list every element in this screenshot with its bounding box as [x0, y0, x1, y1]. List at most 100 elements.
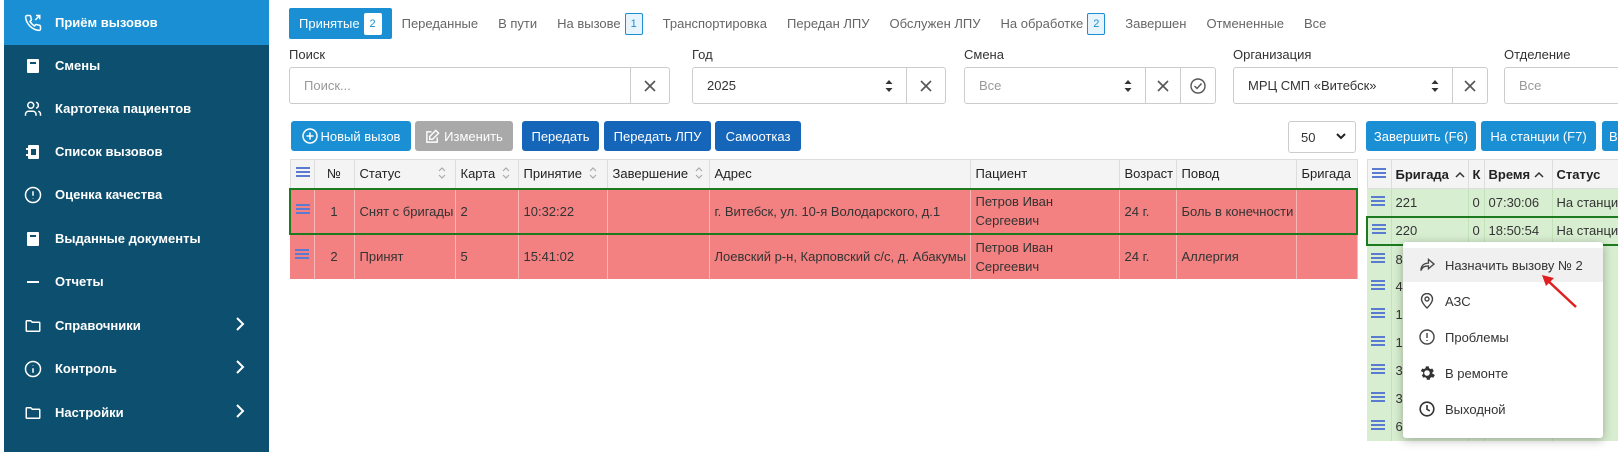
tab-transferred-lpu[interactable]: Передан ЛПУ: [777, 8, 880, 39]
sidebar-item-label: Выданные документы: [55, 231, 201, 246]
row-menu-cell[interactable]: [289, 187, 315, 235]
sidebar-item-shifts[interactable]: Смены: [4, 43, 269, 88]
row-menu-cell[interactable]: [1367, 300, 1392, 329]
table-row[interactable]: 2 Принят 5 15:41:02 Лоевский р-н, Карпов…: [290, 233, 1358, 279]
column-label: Время: [1488, 166, 1531, 182]
new-call-button[interactable]: Новый вызов: [291, 121, 411, 151]
tab-transferred[interactable]: Переданные: [392, 8, 489, 39]
column-header[interactable]: Повод: [1175, 159, 1297, 189]
row-menu-cell[interactable]: [1367, 384, 1392, 413]
tab-all[interactable]: Все: [1294, 8, 1336, 39]
alert-circle-icon: [1419, 329, 1435, 345]
column-header[interactable]: К: [1467, 159, 1485, 189]
sidebar-item-directories[interactable]: Справочники: [4, 303, 269, 348]
cell-age: 24 г.: [1119, 233, 1177, 279]
cell-status: Принят: [354, 233, 456, 279]
row-menu-cell[interactable]: [1366, 215, 1392, 246]
tab-finished[interactable]: Завершен: [1115, 8, 1196, 39]
confirm-shift-button[interactable]: [1181, 68, 1215, 103]
column-header[interactable]: Адрес: [708, 159, 971, 189]
cell-accepted: 15:41:02: [518, 233, 608, 279]
sidebar-item-call-intake[interactable]: Приём вызовов: [4, 0, 269, 45]
column-header[interactable]: Пациент: [969, 159, 1120, 189]
edit-button[interactable]: Изменить: [415, 121, 513, 151]
cell-card: 5: [455, 233, 519, 279]
menu-icon: [1371, 251, 1385, 265]
sidebar-item-quality[interactable]: Оценка качества: [4, 172, 269, 217]
users-icon: [24, 100, 42, 118]
finish-button[interactable]: Завершить (F6): [1366, 121, 1476, 151]
menu-item-day-off[interactable]: Выходной: [1403, 392, 1603, 426]
row-menu-cell[interactable]: [1367, 244, 1392, 273]
tab-label: Переданные: [401, 16, 479, 31]
clear-search-button[interactable]: [631, 68, 669, 103]
column-menu[interactable]: [1366, 159, 1392, 189]
menu-item-repair[interactable]: В ремонте: [1403, 356, 1603, 390]
search-label: Поиск: [289, 47, 326, 62]
sidebar-item-label: Оценка качества: [55, 187, 163, 202]
column-header[interactable]: Возраст: [1118, 159, 1177, 189]
tab-processing[interactable]: На обработке 2: [991, 8, 1116, 39]
table-row[interactable]: 221007:30:06На станции: [1367, 188, 1618, 217]
row-menu-cell[interactable]: [1367, 328, 1392, 357]
sidebar-item-settings[interactable]: Настройки: [4, 390, 269, 435]
tab-cancelled[interactable]: Отмененные: [1196, 8, 1294, 39]
row-menu-cell[interactable]: [1367, 356, 1392, 385]
shift-select[interactable]: Все: [964, 67, 1216, 104]
clear-year-button[interactable]: [907, 68, 945, 103]
column-header[interactable]: Статус: [1551, 159, 1618, 189]
column-header[interactable]: Время: [1483, 159, 1553, 189]
column-header[interactable]: Статус: [353, 159, 456, 189]
cell-number: 2: [314, 233, 355, 279]
chevron-right-icon: [235, 317, 245, 334]
search-input[interactable]: Поиск...: [290, 78, 630, 93]
column-header[interactable]: Бригада: [1295, 159, 1358, 189]
row-menu-cell[interactable]: [1367, 412, 1392, 441]
column-label: Пациент: [975, 166, 1028, 182]
cell-k: 0: [1468, 188, 1485, 217]
sidebar-item-call-list[interactable]: Список вызовов: [4, 129, 269, 174]
column-header[interactable]: Принятие: [517, 159, 608, 189]
alert-circle-icon: [24, 186, 42, 204]
gear-icon: [1419, 365, 1435, 381]
tab-served-lpu[interactable]: Обслужен ЛПУ: [880, 8, 991, 39]
row-menu-cell[interactable]: [1367, 188, 1392, 217]
row-menu-cell[interactable]: [1367, 272, 1392, 301]
clear-shift-button[interactable]: [1146, 68, 1180, 103]
sidebar-item-control[interactable]: Контроль: [4, 346, 269, 391]
row-menu-cell[interactable]: [290, 233, 315, 279]
tab-transport[interactable]: Транспортировка: [653, 8, 777, 39]
tab-on-call[interactable]: На вызове 1: [547, 8, 653, 39]
column-menu[interactable]: [289, 159, 315, 189]
self-refuse-button[interactable]: Самоотказ: [715, 121, 801, 151]
table-row[interactable]: 220018:50:54На станции: [1366, 215, 1618, 246]
column-header[interactable]: №: [313, 159, 355, 189]
column-label: Принятие: [523, 165, 583, 181]
column-label: Бригада: [1395, 166, 1449, 182]
tab-label: Завершен: [1125, 16, 1187, 31]
transfer-lpu-button[interactable]: Передать ЛПУ: [604, 121, 711, 151]
sidebar-item-reports[interactable]: Отчеты: [4, 259, 269, 304]
column-label: Повод: [1181, 166, 1220, 182]
sidebar-item-issued-docs[interactable]: Выданные документы: [4, 216, 269, 261]
transfer-button[interactable]: Передать: [522, 121, 599, 151]
column-header[interactable]: Бригада: [1390, 159, 1469, 189]
extra-action-button[interactable]: В: [1602, 121, 1618, 151]
tab-label: Отмененные: [1206, 16, 1285, 31]
menu-item-problems[interactable]: Проблемы: [1403, 320, 1603, 354]
tab-label: Все: [1304, 16, 1327, 31]
cell-finished: [607, 233, 710, 279]
tab-accepted[interactable]: Принятые 2: [289, 8, 392, 39]
sidebar-item-patients[interactable]: Картотека пациентов: [4, 86, 269, 131]
check-circle-icon: [1190, 77, 1206, 94]
table-row[interactable]: 1 Снят с бригады 2 10:32:22 г. Витебск, …: [289, 187, 1358, 235]
page-size-select[interactable]: 50: [1288, 121, 1356, 153]
button-label: Передать ЛПУ: [613, 128, 702, 144]
updown-icon: [1117, 79, 1139, 93]
column-header[interactable]: Карта: [454, 159, 519, 189]
at-station-button[interactable]: На станции (F7): [1481, 121, 1596, 151]
column-header[interactable]: Завершение: [606, 159, 710, 189]
button-label: Передать: [531, 128, 590, 144]
tab-en-route[interactable]: В пути: [488, 8, 547, 39]
year-select[interactable]: 2025: [692, 67, 946, 104]
